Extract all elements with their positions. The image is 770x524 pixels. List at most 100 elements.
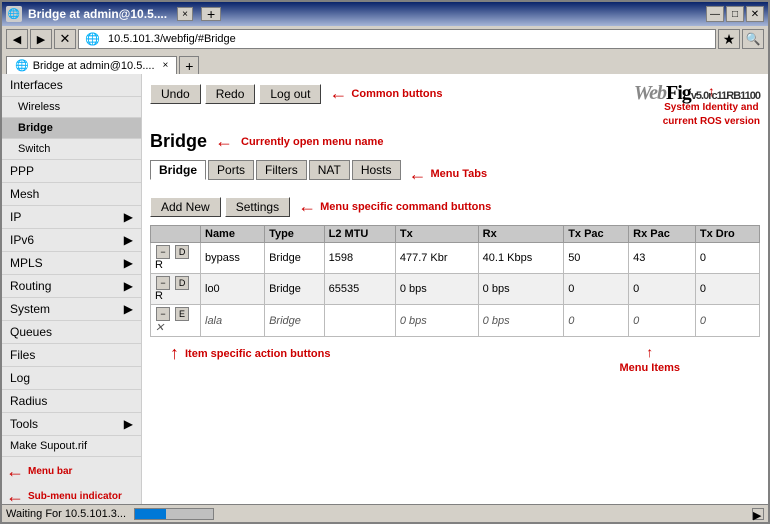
items-annotation: Menu Items (619, 362, 680, 374)
tab-hosts[interactable]: Hosts (352, 160, 401, 180)
sidebar-label-system: System (10, 302, 50, 316)
close-btn[interactable]: ✕ (746, 6, 764, 22)
window-icon: 🌐 (6, 6, 22, 22)
ip-arrow-icon: ▶ (124, 210, 133, 224)
sidebar-item-tools[interactable]: Tools ▶ (2, 413, 141, 436)
settings-button[interactable]: Settings (225, 197, 290, 217)
sidebar-label-log: Log (10, 371, 30, 385)
back-btn[interactable]: ◀ (6, 29, 28, 49)
sidebar-item-ipv6[interactable]: IPv6 ▶ (2, 229, 141, 252)
sidebar-item-routing[interactable]: Routing ▶ (2, 275, 141, 298)
tab-ports[interactable]: Ports (208, 160, 254, 180)
sidebar-item-ip[interactable]: IP ▶ (2, 206, 141, 229)
txpac-3: 0 (564, 305, 629, 337)
tx-1: 477.7 Kbr (395, 243, 478, 274)
title-annotation: Currently open menu name (241, 136, 383, 148)
sidebar-label-wireless: Wireless (18, 101, 60, 113)
d-btn-1[interactable]: D (175, 245, 189, 259)
minus-btn-2[interactable]: − (156, 276, 170, 290)
undo-button[interactable]: Undo (150, 84, 201, 104)
web-part: Web (634, 82, 666, 104)
sidebar-item-mpls[interactable]: MPLS ▶ (2, 252, 141, 275)
col-l2mtu: L2 MTU (324, 226, 395, 243)
row-actions-2: − D R (151, 274, 201, 305)
forward-btn[interactable]: ▶ (30, 29, 52, 49)
tab-bar: 🌐 Bridge at admin@10.5.... × + (2, 52, 768, 74)
sidebar-item-supout[interactable]: Make Supout.rif (2, 436, 141, 457)
l2mtu-1: 1598 (324, 243, 395, 274)
table-row: − D R bypass Bridge 1598 477.7 Kbr 40.1 … (151, 243, 760, 274)
rx-1: 40.1 Kbps (478, 243, 564, 274)
maximize-btn[interactable]: □ (726, 6, 744, 22)
sidebar-item-radius[interactable]: Radius (2, 390, 141, 413)
identity-annotation: System Identity andcurrent ROS version (663, 102, 760, 127)
e-btn-3[interactable]: E (175, 307, 189, 321)
sidebar-label-radius: Radius (10, 394, 47, 408)
txdro-2: 0 (695, 274, 759, 305)
flag-1: R (155, 259, 163, 271)
sidebar-item-bridge[interactable]: Bridge (2, 118, 141, 139)
new-browser-tab-btn[interactable]: + (179, 56, 199, 74)
identity-up-arrow: ↑ (663, 83, 760, 99)
sidebar-item-wireless[interactable]: Wireless (2, 97, 141, 118)
col-tx: Tx (395, 226, 478, 243)
mpls-arrow-icon: ▶ (124, 256, 133, 270)
type-2: Bridge (265, 274, 325, 305)
search-btn[interactable]: 🔍 (742, 29, 764, 49)
add-new-button[interactable]: Add New (150, 197, 221, 217)
tx-2: 0 bps (395, 274, 478, 305)
scroll-right-btn[interactable]: ▶ (752, 508, 764, 520)
minus-btn-3[interactable]: − (156, 307, 170, 321)
tab-close-btn[interactable]: × (177, 7, 193, 21)
col-txpac: Tx Pac (564, 226, 629, 243)
progress-bar (134, 508, 214, 520)
sidebar-label-mpls: MPLS (10, 256, 43, 270)
sidebar-item-ppp[interactable]: PPP (2, 160, 141, 183)
row-actions: − D R (151, 243, 201, 274)
col-type: Type (265, 226, 325, 243)
tab-nat[interactable]: NAT (309, 160, 350, 180)
sidebar-label-routing: Routing (10, 279, 51, 293)
menubar-arrow-icon: ← (6, 461, 24, 482)
minus-btn-1[interactable]: − (156, 245, 170, 259)
l2mtu-2: 65535 (324, 274, 395, 305)
browser-tab[interactable]: 🌐 Bridge at admin@10.5.... × (6, 56, 177, 74)
col-rxpac: Rx Pac (629, 226, 696, 243)
minimize-btn[interactable]: — (706, 6, 724, 22)
tab-close[interactable]: × (163, 60, 169, 71)
sidebar-item-log[interactable]: Log (2, 367, 141, 390)
sidebar: Interfaces Wireless Bridge Switch PPP Me… (2, 74, 142, 504)
menubar-annotation: Menu bar (28, 466, 72, 477)
col-txdro: Tx Dro (695, 226, 759, 243)
main-area: Interfaces Wireless Bridge Switch PPP Me… (2, 74, 768, 504)
table-row: − E ✕ lala Bridge 0 bps 0 bps 0 0 0 (151, 305, 760, 337)
logout-button[interactable]: Log out (259, 84, 321, 104)
tab-label: Bridge at admin@10.5.... (33, 60, 155, 72)
rxpac-2: 0 (629, 274, 696, 305)
address-bar[interactable] (104, 30, 709, 48)
name-2: lo0 (201, 274, 265, 305)
status-text: Waiting For 10.5.101.3... (6, 508, 126, 520)
sidebar-item-system[interactable]: System ▶ (2, 298, 141, 321)
txpac-2: 0 (564, 274, 629, 305)
flag-2: R (155, 290, 163, 302)
common-buttons-arrow: ← (329, 83, 347, 104)
d-btn-2[interactable]: D (175, 276, 189, 290)
item-action-annotation: Item specific action buttons (185, 348, 330, 360)
redo-button[interactable]: Redo (205, 84, 256, 104)
sidebar-item-interfaces[interactable]: Interfaces (2, 74, 141, 97)
tx-3: 0 bps (395, 305, 478, 337)
lock-icon: 🌐 (85, 32, 100, 46)
reload-btn[interactable]: ✕ (54, 29, 76, 49)
star-btn[interactable]: ★ (718, 29, 740, 49)
sidebar-item-switch[interactable]: Switch (2, 139, 141, 160)
sidebar-item-files[interactable]: Files (2, 344, 141, 367)
tab-bridge[interactable]: Bridge (150, 160, 206, 180)
data-table: Name Type L2 MTU Tx Rx Tx Pac Rx Pac Tx … (150, 225, 760, 337)
sidebar-label-ppp: PPP (10, 164, 34, 178)
sidebar-item-queues[interactable]: Queues (2, 321, 141, 344)
menu-tabs: Bridge Ports Filters NAT Hosts (150, 160, 401, 180)
new-tab-btn[interactable]: + (201, 7, 221, 21)
sidebar-item-mesh[interactable]: Mesh (2, 183, 141, 206)
tab-filters[interactable]: Filters (256, 160, 307, 180)
